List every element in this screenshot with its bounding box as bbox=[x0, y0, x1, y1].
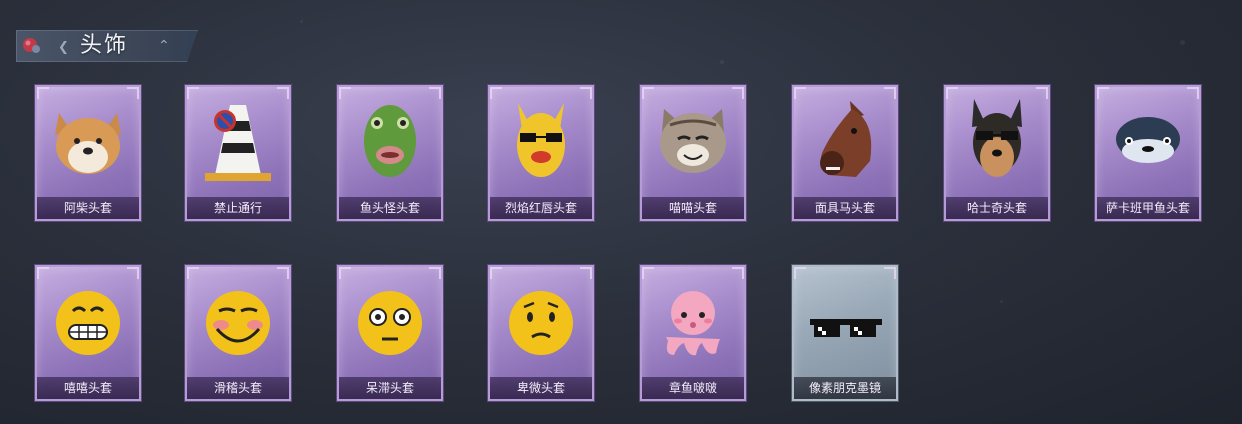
background-speck bbox=[1000, 300, 1003, 303]
item-name: 嘻嘻头套 bbox=[37, 377, 139, 399]
item-card-pixel-sunglasses[interactable]: 像素朋克墨镜 bbox=[792, 265, 898, 401]
background-speck bbox=[1180, 40, 1185, 45]
item-name: 鱼头怪头套 bbox=[339, 197, 441, 219]
header-ornament-left: ❮ bbox=[58, 40, 69, 55]
item-name: 阿柴头套 bbox=[37, 197, 139, 219]
item-card-funny[interactable]: 滑稽头套 bbox=[185, 265, 291, 401]
item-name: 章鱼啵啵 bbox=[642, 377, 744, 399]
timid-emoji-icon bbox=[509, 291, 573, 355]
item-card-fish-creature[interactable]: 萨卡班甲鱼头套 bbox=[1095, 85, 1201, 221]
dazed-emoji-icon bbox=[358, 291, 422, 355]
funny-emoji-icon bbox=[206, 291, 270, 355]
item-card-red-lips[interactable]: 烈焰红唇头套 bbox=[488, 85, 594, 221]
item-card-grin[interactable]: 嘻嘻头套 bbox=[35, 265, 141, 401]
item-card-fish-head[interactable]: 鱼头怪头套 bbox=[337, 85, 443, 221]
item-card-husky[interactable]: 哈士奇头套 bbox=[944, 85, 1050, 221]
background-speck bbox=[720, 60, 724, 64]
background-speck bbox=[300, 20, 303, 23]
fish-creature-icon bbox=[1116, 117, 1180, 163]
grin-emoji-icon bbox=[56, 291, 120, 355]
section-title: 头饰 bbox=[80, 33, 129, 58]
item-card-shiba[interactable]: 阿柴头套 bbox=[35, 85, 141, 221]
item-name: 呆滞头套 bbox=[339, 377, 441, 399]
header-ornament-right: ⌃ bbox=[158, 38, 170, 54]
item-name: 滑稽头套 bbox=[187, 377, 289, 399]
item-name: 喵喵头套 bbox=[642, 197, 744, 219]
shiba-dog-head-icon bbox=[55, 113, 121, 174]
item-card-traffic-cone[interactable]: 禁止通行 bbox=[185, 85, 291, 221]
item-name: 哈士奇头套 bbox=[946, 197, 1048, 219]
item-card-timid[interactable]: 卑微头套 bbox=[488, 265, 594, 401]
item-name: 禁止通行 bbox=[187, 197, 289, 219]
cat-head-icon bbox=[660, 109, 726, 173]
husky-head-icon bbox=[972, 99, 1022, 177]
item-card-dazed[interactable]: 呆滞头套 bbox=[337, 265, 443, 401]
item-card-horse[interactable]: 面具马头套 bbox=[792, 85, 898, 221]
fish-head-icon bbox=[364, 105, 416, 177]
horse-head-icon bbox=[820, 101, 872, 177]
pin-icon bbox=[23, 38, 40, 53]
item-card-cat[interactable]: 喵喵头套 bbox=[640, 85, 746, 221]
yellow-creature-lips-icon bbox=[517, 103, 565, 177]
item-name: 萨卡班甲鱼头套 bbox=[1097, 197, 1199, 219]
item-card-octopus[interactable]: 章鱼啵啵 bbox=[640, 265, 746, 401]
pixel-sunglasses-icon bbox=[810, 319, 882, 337]
item-name: 卑微头套 bbox=[490, 377, 592, 399]
item-name: 像素朋克墨镜 bbox=[794, 377, 896, 399]
item-name: 烈焰红唇头套 bbox=[490, 197, 592, 219]
traffic-cone-icon bbox=[205, 105, 271, 181]
pink-octopus-icon bbox=[666, 291, 720, 356]
item-name: 面具马头套 bbox=[794, 197, 896, 219]
